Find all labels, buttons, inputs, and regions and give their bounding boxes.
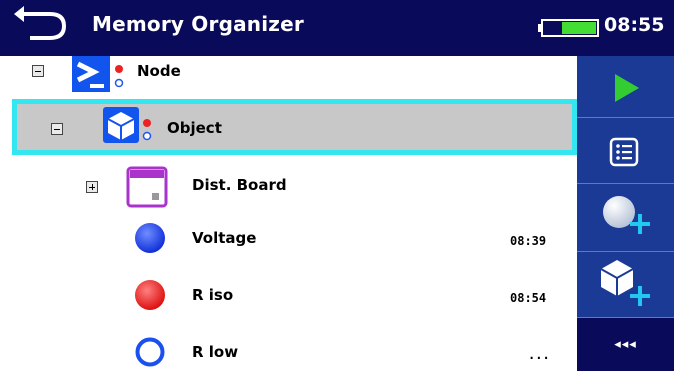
measurement-time: ... — [528, 348, 550, 362]
expand-icon[interactable] — [86, 181, 98, 193]
measurement-time: 08:39 — [510, 234, 547, 248]
play-icon — [615, 74, 639, 102]
measurement-time: 08:54 — [510, 291, 547, 305]
add-measurement-icon — [603, 196, 650, 234]
collapse-icon[interactable] — [32, 65, 44, 77]
add-measurement-button[interactable] — [577, 184, 674, 252]
tree-row-dist-board[interactable]: Dist. Board — [0, 157, 577, 214]
add-object-button[interactable] — [577, 252, 674, 318]
add-object-icon — [600, 260, 650, 306]
tree-label-object: Object — [167, 119, 222, 137]
node-icon — [72, 56, 128, 98]
view-results-button[interactable] — [577, 118, 674, 184]
tree-row-measurement[interactable]: R low ... — [0, 328, 577, 371]
tree-row-measurement[interactable]: R iso 08:54 — [0, 271, 577, 328]
page-title: Memory Organizer — [92, 12, 304, 36]
battery-icon — [538, 18, 600, 38]
run-button[interactable] — [577, 56, 674, 118]
measurement-label: R low — [192, 343, 239, 361]
tree-row-object[interactable]: Object — [12, 99, 577, 155]
red-filled-circle-icon — [134, 279, 166, 315]
measurement-label: Voltage — [192, 229, 257, 247]
collapse-icon[interactable] — [51, 123, 63, 135]
list-icon — [609, 137, 639, 167]
tree-row-measurement[interactable]: Voltage 08:39 — [0, 214, 577, 271]
clock: 08:55 — [604, 14, 665, 36]
tree-label-node: Node — [137, 62, 181, 80]
distribution-board-icon — [126, 166, 168, 212]
blue-ring-icon — [134, 336, 166, 371]
memory-tree: Node Object Dist. Board Voltage 08:39 R … — [0, 56, 577, 371]
more-options-button[interactable]: ◂◂◂ — [577, 318, 674, 371]
object-cube-icon — [103, 107, 159, 151]
measurement-label: R iso — [192, 286, 234, 304]
action-sidebar: ◂◂◂ — [577, 56, 674, 371]
back-arrow-icon[interactable] — [10, 6, 76, 48]
blue-filled-circle-icon — [134, 222, 166, 258]
tree-label-dist-board: Dist. Board — [192, 176, 287, 194]
header-bar: Memory Organizer 08:55 — [0, 0, 674, 56]
